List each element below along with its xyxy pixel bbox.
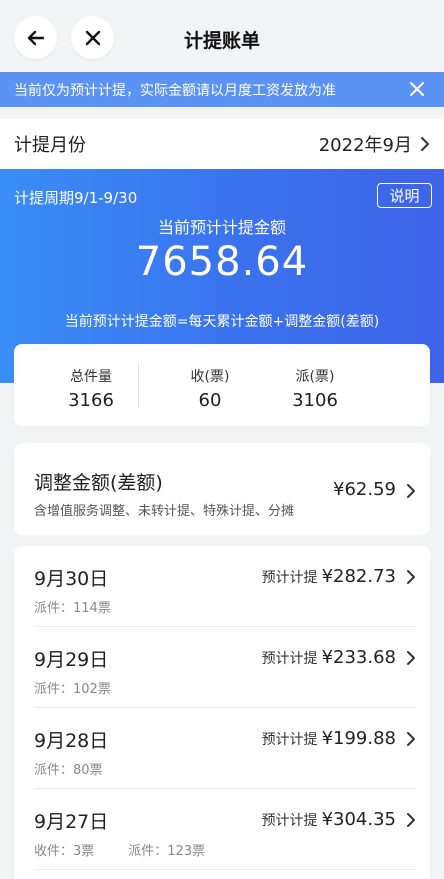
month-selector[interactable]: 计提月份 2022年9月 — [0, 119, 444, 169]
amount-label: 当前预计计提金额 — [157, 218, 286, 237]
chevron-right-icon — [407, 813, 415, 827]
stat-send: 派(票) 3106 — [270, 366, 360, 411]
day-detail: 派件：80票 — [34, 763, 103, 778]
day-prefix: 预计计提 — [261, 570, 318, 586]
formula-text: 当前预计计提金额=每天累计金额+调整金额(差额) — [64, 314, 380, 330]
stats-card: 总件量 3166 收(票) 60 派(票) 3106 — [14, 344, 430, 426]
notice-text: 当前仅为预计计提，实际金额请以月度工资发放为准 — [14, 82, 336, 99]
day-amount: ¥304.35 — [321, 809, 396, 830]
divider — [138, 362, 139, 408]
adjustment-subtitle: 含增值服务调整、未转计提、特殊计提、分摊 — [34, 504, 295, 519]
stat-receive: 收(票) 60 — [165, 366, 255, 411]
stat-total: 总件量 3166 — [46, 366, 136, 411]
day-amount: ¥199.88 — [321, 728, 396, 749]
daily-item[interactable]: 9月30日 预计计提 ¥282.73 派件：114票 — [14, 546, 430, 627]
divider — [34, 869, 416, 870]
stat-label: 派(票) — [295, 369, 335, 385]
daily-item[interactable]: 9月28日 预计计提 ¥199.88 派件：80票 — [14, 708, 430, 789]
day-detail: 派件：123票 — [128, 844, 206, 859]
stat-value: 60 — [198, 390, 222, 411]
stat-label: 收(票) — [190, 369, 230, 385]
day-prefix: 预计计提 — [261, 651, 318, 667]
explain-button[interactable]: 说明 — [377, 183, 432, 208]
month-value: 2022年9月 — [318, 135, 412, 156]
month-label: 计提月份 — [14, 135, 86, 156]
day-detail: 派件：102票 — [34, 682, 111, 697]
top-bar: 计提账单 — [0, 0, 444, 72]
daily-item[interactable]: 9月27日 预计计提 ¥304.35 收件：3票 派件：123票 — [14, 789, 430, 870]
notice-banner: 当前仅为预计计提，实际金额请以月度工资发放为准 — [0, 72, 444, 107]
stat-value: 3166 — [68, 390, 114, 411]
close-icon[interactable] — [408, 80, 426, 98]
adjustment-amount: ¥62.59 — [333, 479, 396, 500]
stat-label: 总件量 — [70, 369, 112, 385]
daily-list: 9月30日 预计计提 ¥282.73 派件：114票 9月29日 预计计提 ¥2… — [14, 546, 430, 879]
day-detail: 派件：114票 — [34, 601, 111, 616]
day-amount: ¥233.68 — [321, 647, 396, 668]
chevron-right-icon — [407, 732, 415, 746]
day-amount: ¥282.73 — [321, 566, 396, 587]
day-prefix: 预计计提 — [261, 732, 318, 748]
day-date: 9月28日 — [34, 730, 109, 752]
amount-value: 7658.64 — [135, 239, 309, 285]
chevron-right-icon — [407, 570, 415, 584]
day-detail: 收件：3票 — [34, 844, 95, 859]
daily-item[interactable]: 9月29日 预计计提 ¥233.68 派件：102票 — [14, 627, 430, 708]
day-date: 9月30日 — [34, 568, 109, 590]
stat-value: 3106 — [292, 390, 338, 411]
adjustment-row[interactable]: 调整金额(差额) 含增值服务调整、未转计提、特殊计提、分摊 ¥62.59 — [14, 443, 430, 535]
period-text: 计提周期9/1-9/30 — [14, 189, 138, 207]
chevron-right-icon — [421, 137, 429, 151]
chevron-right-icon — [407, 484, 415, 498]
day-date: 9月29日 — [34, 649, 109, 671]
day-prefix: 预计计提 — [261, 813, 318, 829]
day-date: 9月27日 — [34, 811, 109, 833]
page-title: 计提账单 — [183, 30, 260, 52]
adjustment-title: 调整金额(差额) — [34, 472, 163, 494]
chevron-right-icon — [407, 651, 415, 665]
